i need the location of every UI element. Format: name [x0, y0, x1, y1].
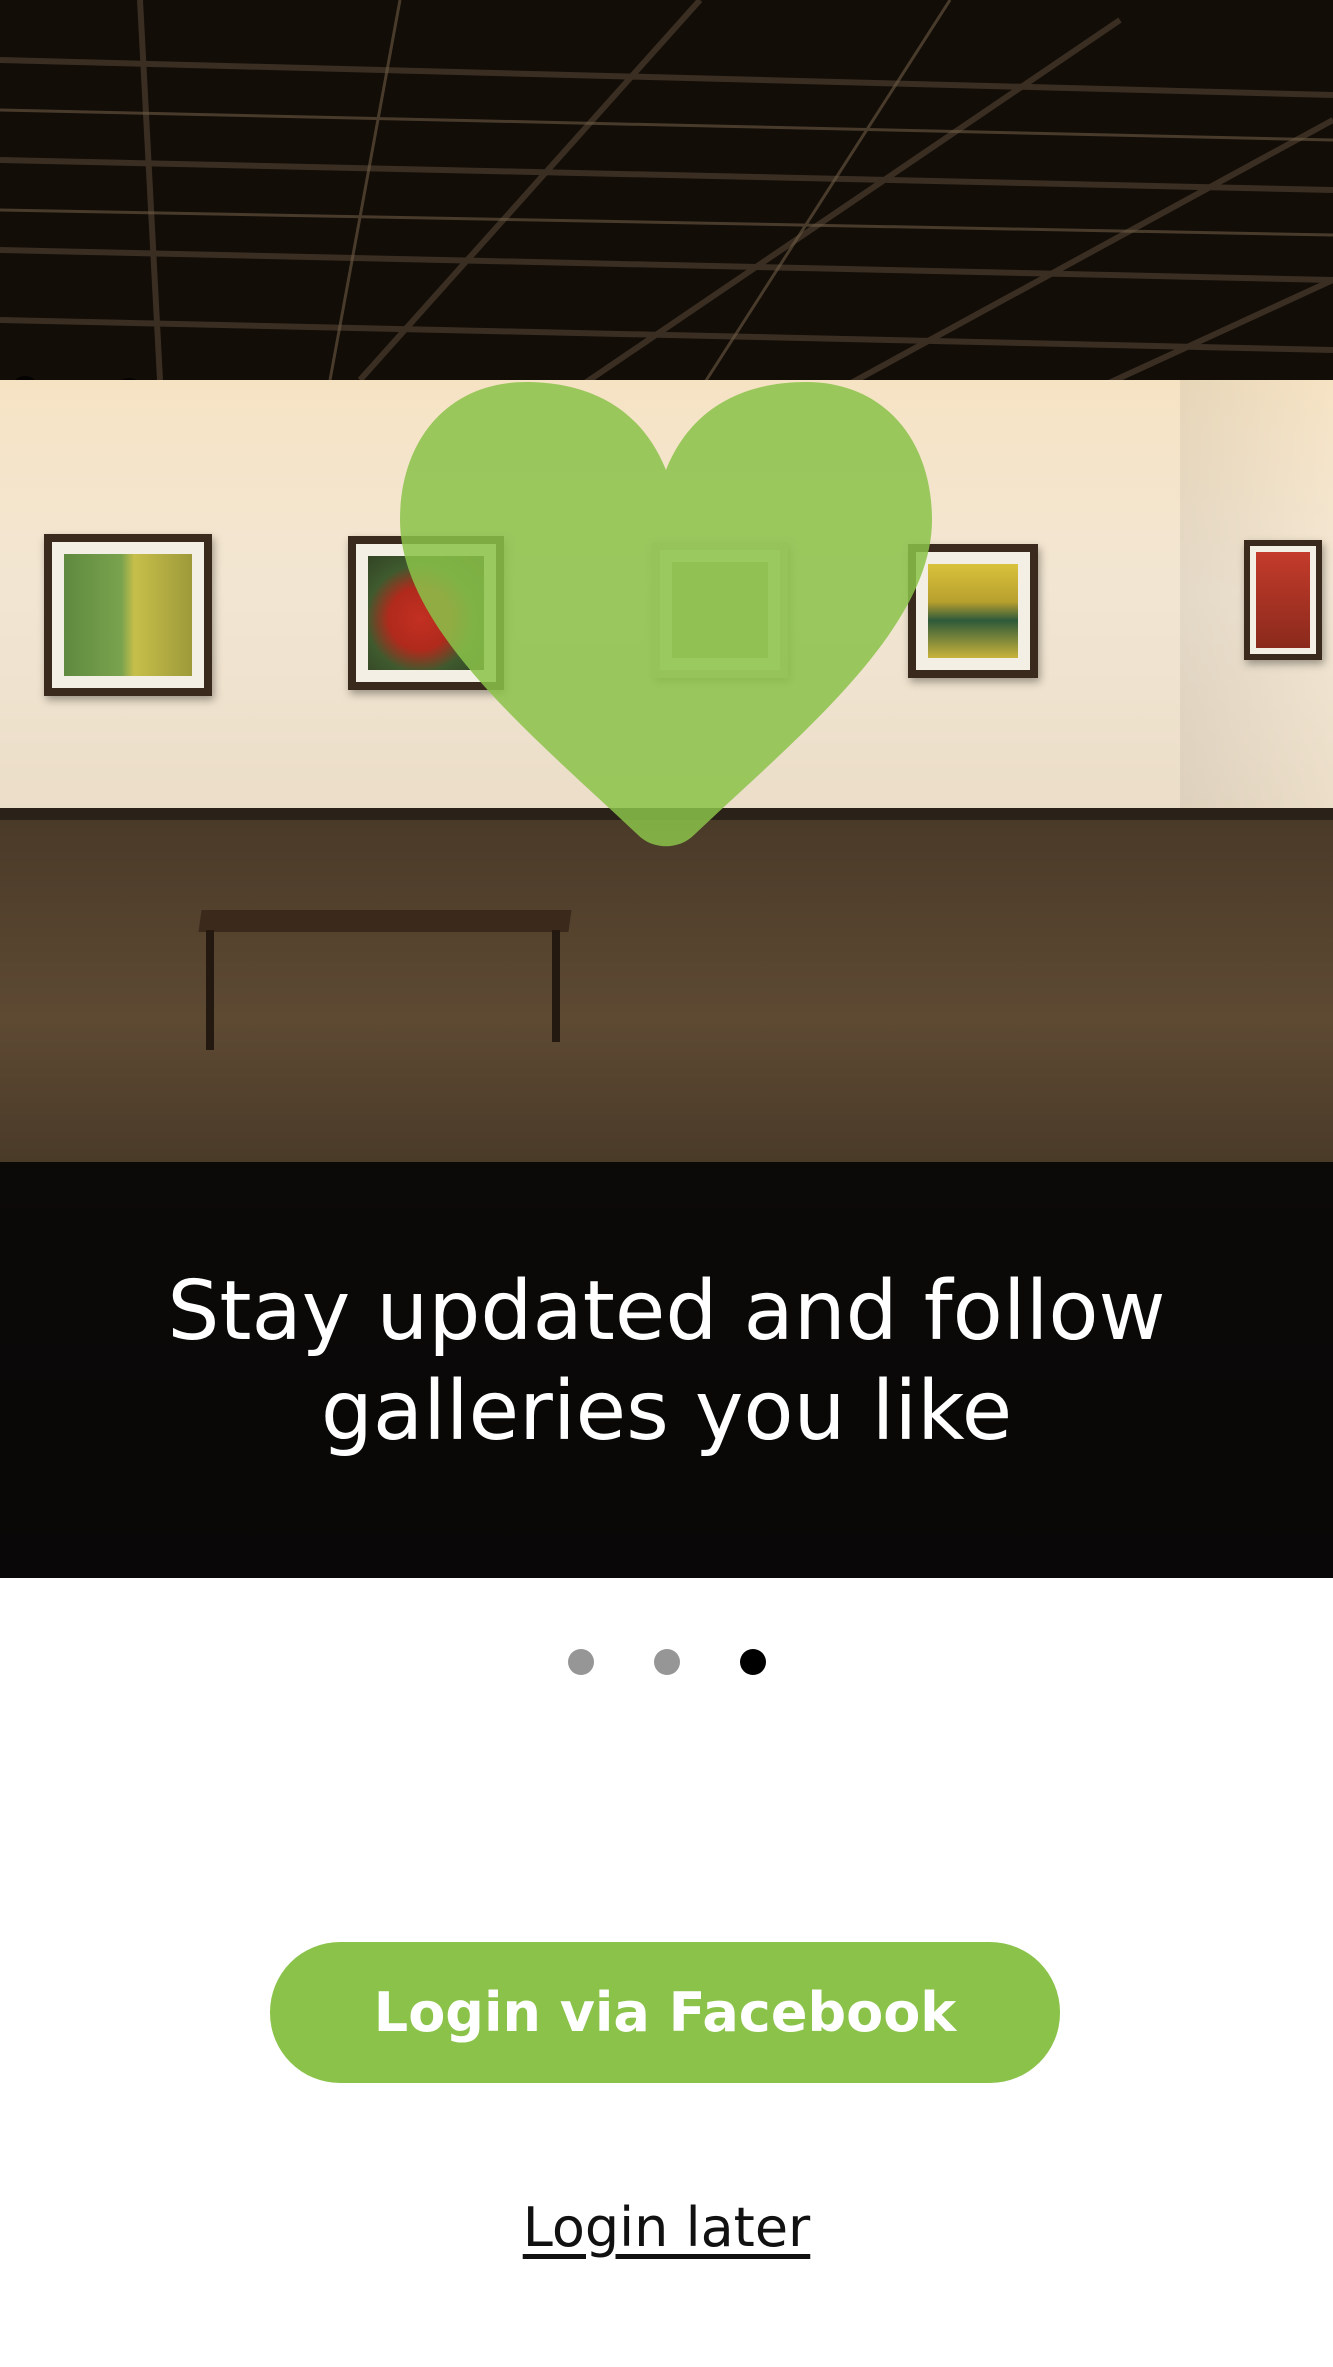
heart-icon — [400, 382, 932, 847]
page-dot-3-active[interactable] — [739, 1649, 766, 1675]
caption-line: Stay updated and follow — [167, 1264, 1166, 1359]
onboarding-screen: Stay updated and follow galleries you li… — [0, 0, 1333, 2367]
onboarding-caption: Stay updated and follow galleries you li… — [0, 1262, 1333, 1462]
page-dot-2[interactable] — [653, 1649, 680, 1675]
painting — [44, 534, 212, 696]
painting — [1244, 540, 1322, 660]
bench — [198, 910, 572, 932]
gallery-photo: Stay updated and follow galleries you li… — [0, 0, 1333, 1578]
login-later-link[interactable]: Login later — [0, 2196, 1333, 2259]
bench-leg — [206, 930, 214, 1050]
page-indicator — [0, 1649, 1333, 1675]
ceiling — [0, 0, 1333, 420]
bench-leg — [552, 930, 560, 1042]
page-dot-1[interactable] — [567, 1649, 594, 1675]
caption-line: galleries you like — [320, 1364, 1013, 1459]
login-facebook-button[interactable]: Login via Facebook — [270, 1942, 1060, 2083]
